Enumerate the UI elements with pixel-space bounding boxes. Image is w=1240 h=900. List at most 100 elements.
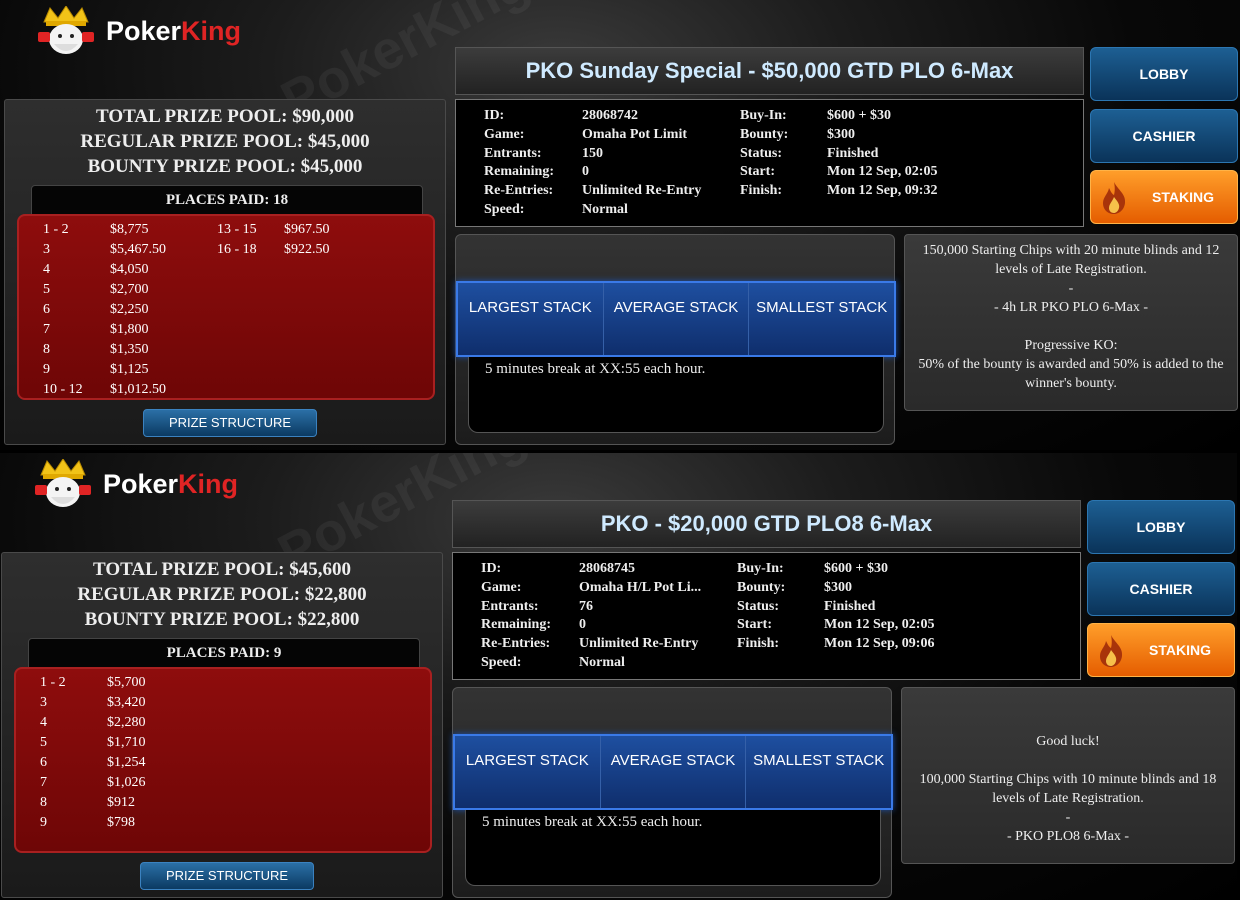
payout-row: 3 $5,467.50 <box>43 242 213 262</box>
staking-button[interactable]: STAKING <box>1087 623 1235 677</box>
payout-row: 6 $2,250 <box>43 302 213 322</box>
cashier-button[interactable]: CASHIER <box>1087 562 1235 616</box>
payout-place: 3 <box>40 695 47 710</box>
tab-average-stack[interactable]: AVERAGE STACK <box>601 736 747 808</box>
tab-smallest-stack[interactable]: SMALLEST STACK <box>749 283 894 355</box>
tournament-info-table: ID: 28068742 Game: Omaha Pot Limit Entra… <box>455 99 1084 227</box>
payout-amount: $1,125 <box>110 362 149 377</box>
payout-place: 6 <box>43 302 50 317</box>
payout-amount: $1,350 <box>110 342 149 357</box>
payout-amount: $8,775 <box>110 222 149 237</box>
finish-label: Finish: <box>740 183 783 198</box>
payout-place: 9 <box>40 815 47 830</box>
tournament-description[interactable]: 150,000 Starting Chips with 20 minute bl… <box>904 234 1238 411</box>
pokerking-logo[interactable]: PokerKing <box>36 6 286 58</box>
payout-amount: $5,467.50 <box>110 242 166 257</box>
prize-pool-box: TOTAL PRIZE POOL: $90,000 REGULAR PRIZE … <box>4 99 446 445</box>
payout-amount: $1,012.50 <box>110 382 166 397</box>
id-value: 28068745 <box>579 561 635 576</box>
description-line <box>906 694 1230 713</box>
bounty-prize-pool: BOUNTY PRIZE POOL: $45,000 <box>87 156 363 177</box>
reentries-label: Re-Entries: <box>484 183 554 198</box>
prize-structure-button[interactable]: PRIZE STRUCTURE <box>143 409 317 437</box>
payout-row: 7 $1,026 <box>40 775 210 795</box>
lobby-button[interactable]: LOBBY <box>1090 47 1238 101</box>
tournament-title: PKO - $20,000 GTD PLO8 6-Max <box>452 500 1081 548</box>
tournament-description[interactable]: Good luck! 100,000 Starting Chips with 10… <box>901 687 1235 864</box>
tab-largest-stack[interactable]: LARGEST STACK <box>458 283 604 355</box>
description-line <box>909 317 1233 336</box>
payout-row: 9 $1,125 <box>43 362 213 382</box>
payout-amount: $1,026 <box>107 775 146 790</box>
description-line: Progressive KO: <box>1024 338 1118 353</box>
speed-value: Normal <box>582 202 628 217</box>
places-paid-header: PLACES PAID: 9 <box>28 638 420 668</box>
payout-place: 5 <box>43 282 50 297</box>
remaining-label: Remaining: <box>484 164 554 179</box>
tab-largest-stack[interactable]: LARGEST STACK <box>455 736 601 808</box>
tournament-panel: PokerKing PokerKing TOTAL PRIZE POOL: $9… <box>0 0 1240 450</box>
payout-amount: $1,710 <box>107 735 146 750</box>
payout-row: 4 $2,280 <box>40 715 210 735</box>
description-line: - 4h LR PKO PLO 6-Max - <box>994 300 1148 315</box>
payout-row: 8 $1,350 <box>43 342 213 362</box>
payout-list[interactable]: 1 - 2 $5,700 3 $3,420 4 $2,280 5 $1,710 6 $1,254 7… <box>14 667 432 853</box>
entrants-value: 76 <box>579 599 593 614</box>
game-value: Omaha H/L Pot Li... <box>579 580 702 595</box>
payout-amount: $3,420 <box>107 695 146 710</box>
description-line: - <box>1065 810 1071 825</box>
payout-amount: $922.50 <box>284 242 330 257</box>
entrants-label: Entrants: <box>484 146 542 161</box>
payout-row: 6 $1,254 <box>40 755 210 775</box>
payout-column-1: 1 - 2 $5,700 3 $3,420 4 $2,280 5 $1,710 6 $1,254 7… <box>40 675 210 835</box>
break-info-text: 5 minutes break at XX:55 each hour. <box>465 810 881 886</box>
payout-amount: $5,700 <box>107 675 146 690</box>
stack-tabs: LARGEST STACK AVERAGE STACK SMALLEST STA… <box>456 281 896 357</box>
status-value: Finished <box>824 599 876 614</box>
tab-smallest-stack[interactable]: SMALLEST STACK <box>746 736 891 808</box>
total-prize-pool: TOTAL PRIZE POOL: $90,000 <box>96 106 354 127</box>
payout-amount: $1,254 <box>107 755 146 770</box>
status-value: Finished <box>827 146 879 161</box>
status-label: Status: <box>740 146 783 161</box>
cashier-button[interactable]: CASHIER <box>1090 109 1238 163</box>
tournament-panel: PokerKing PokerKing TOTAL PRIZE POOL: $4… <box>0 453 1237 900</box>
remaining-label: Remaining: <box>481 617 551 632</box>
payout-place: 3 <box>43 242 50 257</box>
payout-row: 16 - 18 $922.50 <box>217 242 387 262</box>
regular-prize-pool: REGULAR PRIZE POOL: $45,000 <box>80 131 370 152</box>
pokerking-logo[interactable]: PokerKing <box>33 459 283 511</box>
lobby-button[interactable]: LOBBY <box>1087 500 1235 554</box>
bounty-prize-pool: BOUNTY PRIZE POOL: $22,800 <box>84 609 360 630</box>
total-prize-pool: TOTAL PRIZE POOL: $45,600 <box>93 559 351 580</box>
prize-structure-button[interactable]: PRIZE STRUCTURE <box>140 862 314 890</box>
start-value: Mon 12 Sep, 02:05 <box>827 164 938 179</box>
bounty-label: Bounty: <box>740 127 789 142</box>
payout-place: 7 <box>43 322 50 337</box>
payout-amount: $1,800 <box>110 322 149 337</box>
king-logo-icon <box>38 6 94 54</box>
payout-row: 10 - 12 $1,012.50 <box>43 382 213 402</box>
logo-word-poker: Poker <box>106 16 182 46</box>
places-paid-header: PLACES PAID: 18 <box>31 185 423 215</box>
game-label: Game: <box>481 580 522 595</box>
payout-amount: $4,050 <box>110 262 149 277</box>
remaining-value: 0 <box>579 617 586 632</box>
tournament-info-table: ID: 28068745 Game: Omaha H/L Pot Li... E… <box>452 552 1081 680</box>
tab-average-stack[interactable]: AVERAGE STACK <box>604 283 750 355</box>
regular-prize-pool: REGULAR PRIZE POOL: $22,800 <box>77 584 367 605</box>
id-label: ID: <box>481 561 502 576</box>
payout-list[interactable]: 1 - 2 $8,775 3 $5,467.50 4 $4,050 5 $2,700 6 $2,2… <box>17 214 435 400</box>
payout-column-2: 13 - 15 $967.50 16 - 18 $922.50 <box>217 222 387 262</box>
payout-place: 9 <box>43 362 50 377</box>
payout-amount: $2,280 <box>107 715 146 730</box>
staking-button[interactable]: STAKING <box>1090 170 1238 224</box>
reentries-label: Re-Entries: <box>481 636 551 651</box>
game-label: Game: <box>484 127 525 142</box>
logo-text: PokerKing <box>106 16 241 47</box>
payout-place: 4 <box>40 715 47 730</box>
payout-amount: $2,250 <box>110 302 149 317</box>
payout-row: 1 - 2 $5,700 <box>40 675 210 695</box>
flame-icon <box>1103 182 1126 214</box>
reentries-value: Unlimited Re-Entry <box>582 183 702 198</box>
